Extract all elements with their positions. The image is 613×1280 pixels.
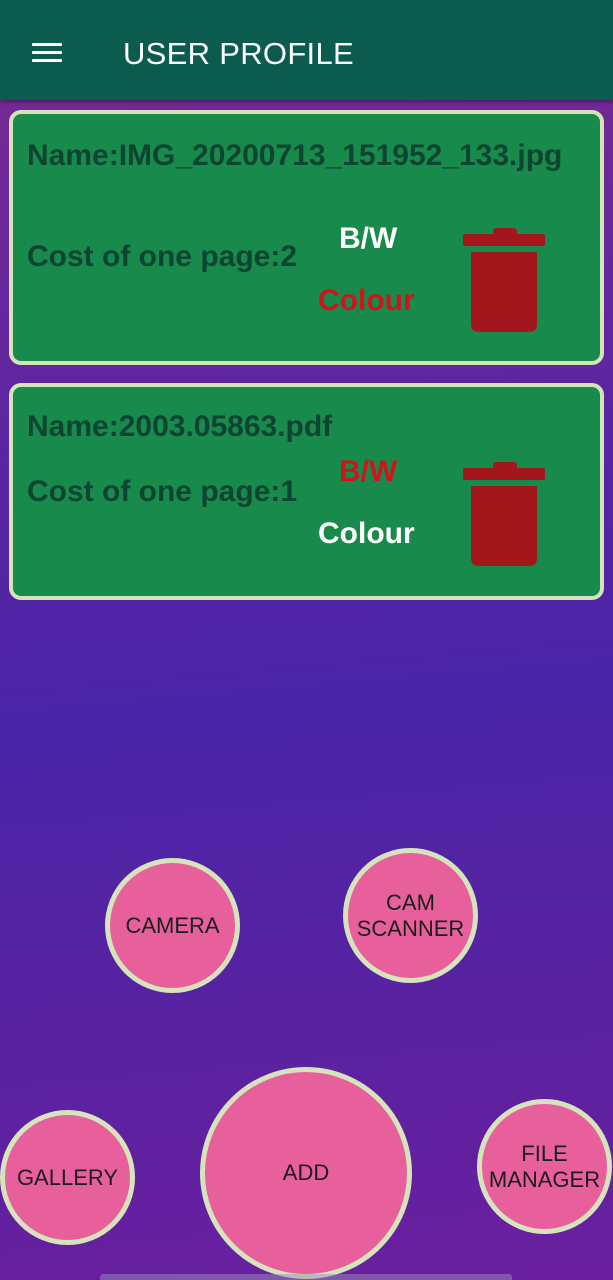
file-name: Name:IMG_20200713_151952_133.jpg <box>27 139 563 172</box>
file-card: Name:IMG_20200713_151952_133.jpg Cost of… <box>9 110 604 365</box>
hamburger-menu-icon[interactable] <box>30 38 64 66</box>
add-button[interactable]: ADD <box>200 1067 412 1279</box>
cost-per-page: Cost of one page:2 <box>27 240 298 273</box>
navigation-bar-hint <box>100 1274 512 1280</box>
trash-icon[interactable] <box>463 462 547 566</box>
app-bar: USER PROFILE <box>0 0 613 100</box>
gallery-button[interactable]: GALLERY <box>0 1110 135 1245</box>
bw-option[interactable]: B/W <box>339 455 397 489</box>
file-manager-button-label: FILE MANAGER <box>488 1140 601 1192</box>
file-name: Name:2003.05863.pdf <box>27 410 333 443</box>
colour-option[interactable]: Colour <box>318 517 415 551</box>
cam-scanner-button-label: CAM SCANNER <box>356 889 465 941</box>
gallery-button-label: GALLERY <box>16 1164 119 1190</box>
page-title: USER PROFILE <box>123 36 354 71</box>
trash-icon[interactable] <box>463 228 547 332</box>
camera-button-label: CAMERA <box>125 912 220 938</box>
file-manager-button[interactable]: FILE MANAGER <box>477 1099 612 1234</box>
cam-scanner-button[interactable]: CAM SCANNER <box>343 848 478 983</box>
camera-button[interactable]: CAMERA <box>105 858 240 993</box>
file-card: Name:2003.05863.pdf Cost of one page:1 B… <box>9 383 604 600</box>
cost-per-page: Cost of one page:1 <box>27 475 298 508</box>
colour-option[interactable]: Colour <box>318 284 415 318</box>
bw-option[interactable]: B/W <box>339 222 397 256</box>
add-button-label: ADD <box>282 1160 330 1185</box>
